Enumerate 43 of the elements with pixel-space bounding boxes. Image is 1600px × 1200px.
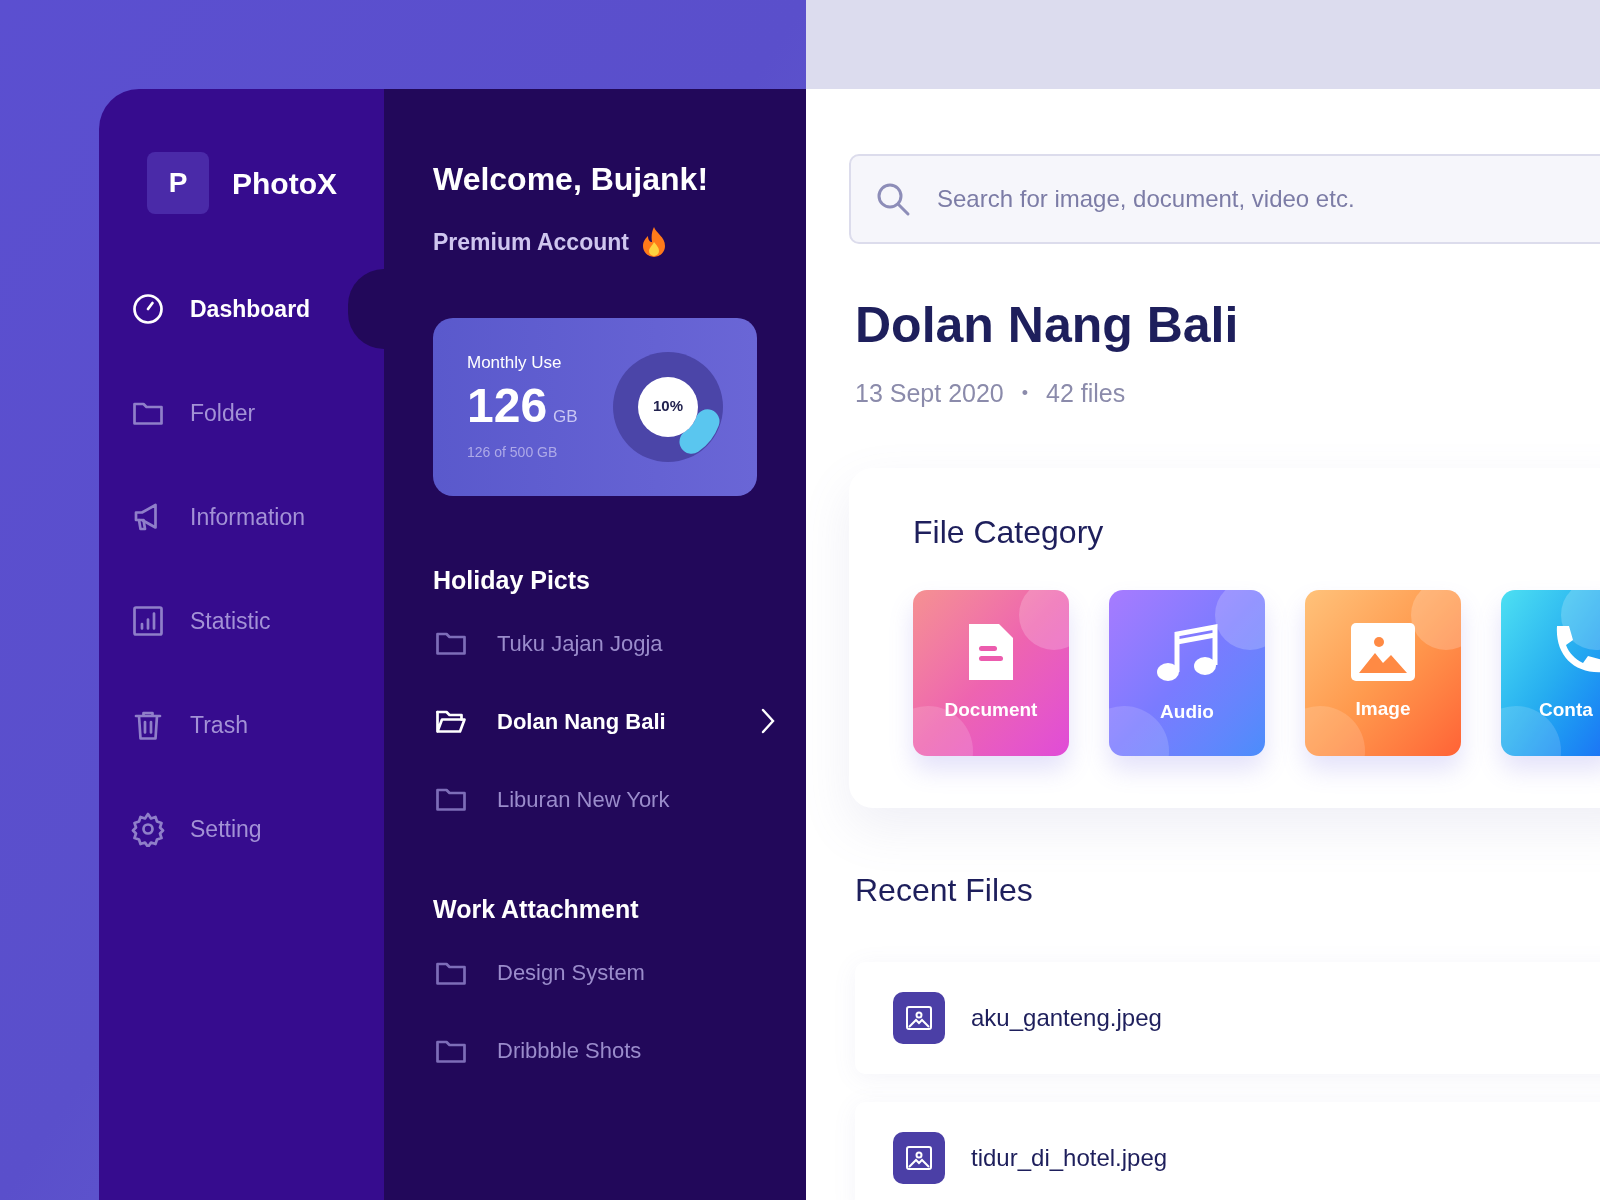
- group-title: Work Attachment: [433, 894, 640, 925]
- section-title: Recent Files: [855, 871, 1034, 910]
- category-tile[interactable]: Document: [913, 590, 1069, 756]
- image-file-icon: [893, 992, 945, 1044]
- group-title: Holiday Picts: [433, 564, 591, 596]
- search-field[interactable]: Search for image, document, video etc.: [849, 154, 1600, 244]
- gauge-icon: [130, 291, 166, 327]
- document-icon: [967, 621, 1015, 682]
- album-date: 13 Sept 2020: [855, 377, 1004, 409]
- file-row[interactable]: tidur_di_hotel.jpeg: [855, 1102, 1600, 1200]
- album-title: Dolan Nang Bali: [855, 296, 1240, 355]
- album-entry[interactable]: Dribbble Shots: [433, 1026, 776, 1075]
- logo-badge: P: [147, 152, 209, 214]
- usage-label: Monthly Use: [467, 352, 563, 375]
- album-entry[interactable]: Tuku Jajan Jogja: [433, 619, 776, 667]
- usage-unit: GB: [553, 405, 578, 428]
- usage-amount: 126: [467, 381, 548, 430]
- section-title: File Category: [913, 513, 1105, 552]
- nav-item[interactable]: Statistic: [130, 597, 271, 645]
- album-entry[interactable]: Design System: [433, 948, 776, 997]
- category-tile[interactable]: Conta: [1501, 590, 1600, 756]
- image-file-icon: [893, 1132, 945, 1184]
- separator-dot: •: [1021, 381, 1029, 405]
- album-entry[interactable]: Liburan New York: [433, 775, 776, 823]
- settings-icon: [130, 811, 166, 847]
- nav-item[interactable]: Setting: [130, 805, 262, 853]
- nav-item[interactable]: Trash: [130, 701, 248, 749]
- fire-icon: [640, 226, 667, 259]
- welcome-title: Welcome, Bujank!: [433, 160, 710, 199]
- nav-item[interactable]: Information: [130, 493, 306, 541]
- account-type: Premium Account: [433, 228, 629, 257]
- usage-detail: 126 of 500 GB: [467, 442, 559, 462]
- search-icon: [875, 181, 911, 217]
- nav-item[interactable]: Dashboard: [130, 285, 311, 333]
- category-tile[interactable]: Audio: [1109, 590, 1265, 756]
- image-icon: [1351, 622, 1415, 681]
- app-name: PhotoX: [232, 165, 337, 202]
- chevron-right-icon: [760, 707, 776, 735]
- nav-item[interactable]: Folder: [130, 389, 256, 437]
- album-entry[interactable]: Dolan Nang Bali: [433, 697, 776, 745]
- file-row[interactable]: aku_ganteng.jpeg: [855, 962, 1600, 1074]
- file-count: 42 files: [1046, 377, 1126, 409]
- bar-chart-icon: [130, 603, 166, 639]
